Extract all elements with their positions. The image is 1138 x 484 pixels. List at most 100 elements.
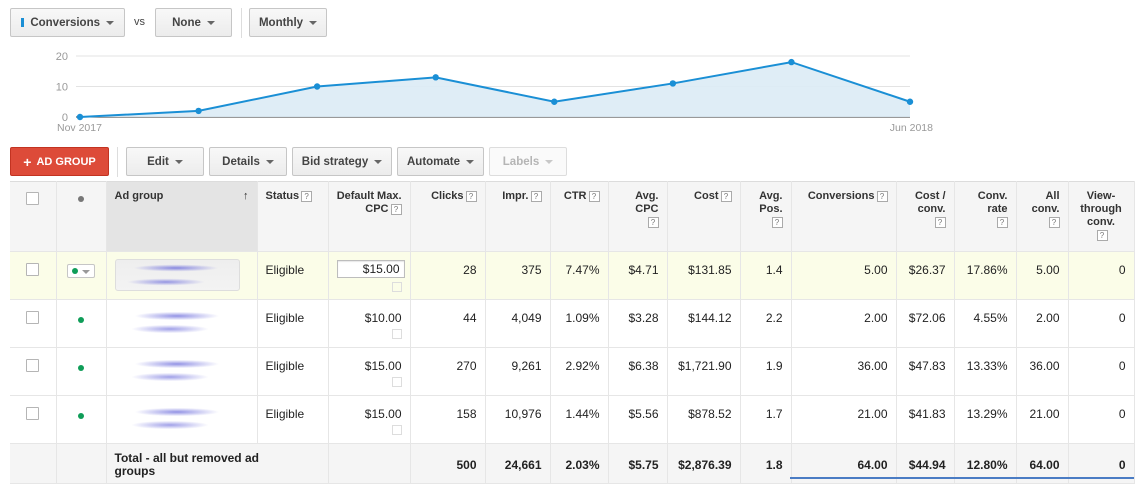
col-impr[interactable]: Impr.?: [485, 181, 551, 252]
help-icon[interactable]: ?: [301, 190, 313, 202]
bid-history-icon[interactable]: [391, 282, 402, 292]
default-cpc-cell: $15.00: [328, 395, 411, 444]
row-checkbox[interactable]: [26, 407, 40, 420]
cost-conv-cell: $47.83: [896, 347, 955, 396]
all-conv-cell: 21.00: [1016, 395, 1069, 444]
row-checkbox[interactable]: [26, 359, 40, 372]
chevron-down-icon: [82, 269, 90, 274]
help-icon[interactable]: ?: [1048, 216, 1060, 228]
help-icon[interactable]: ?: [647, 216, 659, 228]
help-icon[interactable]: ?: [465, 190, 477, 202]
col-conversions[interactable]: Conversions?: [791, 181, 897, 252]
clicks-cell: 158: [410, 395, 486, 444]
cpc-value[interactable]: $10.00: [365, 311, 402, 325]
status-dot-icon: [78, 196, 84, 202]
conversions-cell: 36.00: [791, 347, 897, 396]
avg-cpc-cell: $5.56: [608, 395, 668, 444]
total-ctr: 2.03%: [550, 443, 609, 484]
col-vtc-label-1: View-: [1086, 190, 1116, 202]
col-avg-pos[interactable]: Avg. Pos.?: [740, 181, 792, 252]
row-checkbox[interactable]: [26, 311, 40, 324]
col-ad-group[interactable]: Ad group ↑: [106, 181, 258, 252]
ctr-cell: 1.09%: [550, 299, 609, 348]
help-icon[interactable]: ?: [720, 190, 732, 202]
ad-group-name-cell[interactable]: [106, 347, 258, 396]
bid-history-icon[interactable]: [391, 329, 402, 339]
cpc-value[interactable]: $15.00: [365, 407, 402, 421]
details-button[interactable]: Details: [209, 147, 287, 176]
col-cost-conv-label-2: conv.: [917, 203, 946, 215]
performance-chart: 01020Nov 2017 Jun 2018: [56, 51, 933, 134]
y-tick-label: 10: [56, 82, 68, 94]
eligible-dot-icon: [72, 268, 78, 274]
ad-group-name-cell[interactable]: [106, 251, 258, 300]
chevron-down-icon: [374, 160, 383, 164]
conversions-cell: 21.00: [791, 395, 897, 444]
cost-cell: $144.12: [667, 299, 741, 348]
help-icon[interactable]: ?: [771, 216, 783, 228]
row-checkbox-cell: [10, 347, 57, 396]
col-status[interactable]: Status?: [257, 181, 329, 252]
col-avg-cpc[interactable]: Avg. CPC?: [608, 181, 668, 252]
col-ctr[interactable]: CTR?: [550, 181, 609, 252]
edit-button[interactable]: Edit: [126, 147, 204, 176]
table-row: Eligible $15.00 158 10,976 1.44% $5.56 $…: [10, 395, 1135, 444]
plus-icon: +: [23, 153, 32, 170]
table-header-row: Ad group ↑ Status? Default Max. CPC? Click…: [10, 181, 1135, 252]
col-clicks[interactable]: Clicks?: [410, 181, 486, 252]
col-default-cpc[interactable]: Default Max. CPC?: [328, 181, 411, 252]
vtc-cell: 0: [1068, 395, 1135, 444]
row-status-cell: [56, 251, 107, 300]
labels-button[interactable]: Labels: [489, 147, 567, 176]
bid-strategy-button[interactable]: Bid strategy: [292, 147, 392, 176]
col-cost-label: Cost: [694, 190, 719, 202]
eligible-dot-icon: [78, 365, 84, 371]
help-icon[interactable]: ?: [530, 190, 542, 202]
edit-label: Edit: [147, 155, 169, 168]
bid-history-icon[interactable]: [391, 425, 402, 435]
conversions-cell: 2.00: [791, 299, 897, 348]
col-cost-conv[interactable]: Cost / conv.?: [896, 181, 955, 252]
total-empty-cell: [56, 443, 107, 484]
bid-history-icon[interactable]: [391, 377, 402, 387]
col-cpc-label-1: Default Max.: [336, 190, 402, 202]
ctr-cell: 1.44%: [550, 395, 609, 444]
conv-rate-cell: 4.55%: [954, 299, 1017, 348]
col-conv-rate-label-1: Conv.: [977, 190, 1008, 202]
help-icon[interactable]: ?: [588, 190, 600, 202]
impr-cell: 4,049: [485, 299, 551, 348]
help-icon[interactable]: ?: [390, 203, 402, 215]
conv-rate-cell: 13.33%: [954, 347, 1017, 396]
status-dropdown[interactable]: [67, 264, 95, 278]
sort-up-icon: ↑: [243, 190, 249, 202]
help-icon[interactable]: ?: [934, 216, 946, 228]
impr-cell: 9,261: [485, 347, 551, 396]
cpc-input[interactable]: $15.00: [336, 260, 405, 278]
add-ad-group-button[interactable]: + AD GROUP: [10, 147, 109, 176]
cpc-value[interactable]: $15.00: [365, 359, 402, 373]
select-all-checkbox[interactable]: [26, 192, 40, 205]
bid-strategy-label: Bid strategy: [301, 155, 369, 168]
total-impr: 24,661: [485, 443, 551, 484]
automate-button[interactable]: Automate: [397, 147, 484, 176]
col-view-through-conv[interactable]: View-through conv.?: [1068, 181, 1135, 252]
vtc-cell: 0: [1068, 299, 1135, 348]
ad-group-name-cell[interactable]: [106, 395, 258, 444]
col-conv-rate[interactable]: Conv. rate?: [954, 181, 1017, 252]
help-icon[interactable]: ?: [1096, 229, 1108, 241]
default-cpc-cell: $10.00: [328, 299, 411, 348]
col-impr-label: Impr.: [502, 190, 529, 202]
default-cpc-cell: $15.00: [328, 347, 411, 396]
col-cost[interactable]: Cost?: [667, 181, 741, 252]
ad-group-name-cell[interactable]: [106, 299, 258, 348]
help-icon[interactable]: ?: [996, 216, 1008, 228]
total-cost: $2,876.39: [667, 443, 741, 484]
data-point: [551, 98, 558, 105]
col-all-conv[interactable]: All conv.?: [1016, 181, 1069, 252]
help-icon[interactable]: ?: [876, 190, 888, 202]
conversions-cell: 5.00: [791, 251, 897, 300]
col-avg-pos-label-2: Pos.: [759, 203, 783, 215]
row-checkbox-cell: [10, 299, 57, 348]
status-dot-header: [56, 181, 107, 252]
row-checkbox[interactable]: [26, 263, 40, 276]
